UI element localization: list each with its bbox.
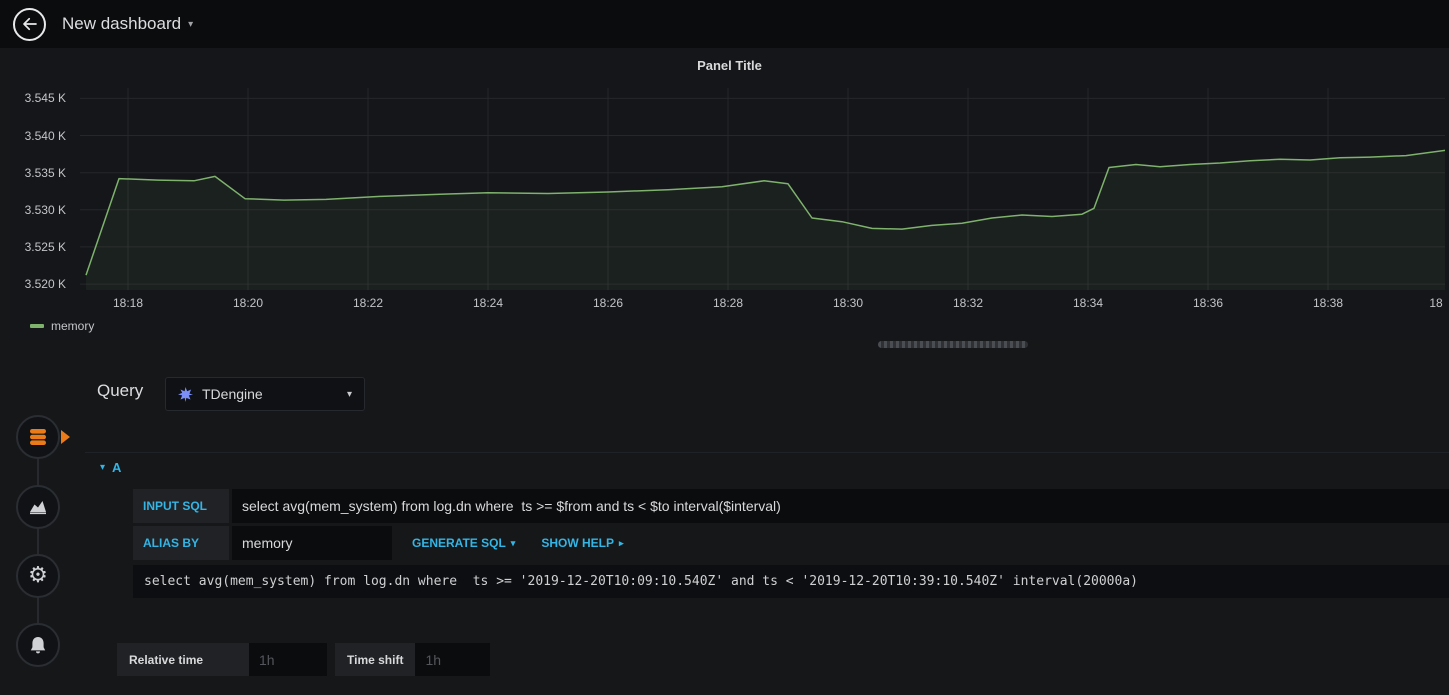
bell-icon bbox=[27, 634, 49, 656]
x-tick-label: 18:22 bbox=[352, 296, 384, 310]
input-sql-field[interactable] bbox=[232, 489, 1449, 523]
generate-sql-button[interactable]: GENERATE SQL ▾ bbox=[406, 526, 521, 560]
x-tick-label: 18:34 bbox=[1072, 296, 1104, 310]
database-icon bbox=[28, 427, 48, 447]
alias-by-label: ALIAS BY bbox=[133, 526, 229, 560]
caret-down-icon: ▾ bbox=[510, 537, 516, 548]
x-tick-label: 18:36 bbox=[1192, 296, 1224, 310]
x-tick-label: 18:32 bbox=[952, 296, 984, 310]
caret-right-icon: ▸ bbox=[619, 537, 624, 548]
time-options-row: Relative time Time shift bbox=[117, 643, 491, 676]
show-help-button[interactable]: SHOW HELP ▸ bbox=[535, 526, 629, 560]
active-tab-pointer-icon bbox=[61, 430, 70, 444]
panel-title[interactable]: Panel Title bbox=[10, 58, 1449, 73]
x-tick-label: 18:30 bbox=[832, 296, 864, 310]
chart-plot[interactable] bbox=[80, 88, 1446, 290]
resize-handle[interactable] bbox=[878, 341, 1028, 348]
x-tick-label: 18:24 bbox=[472, 296, 504, 310]
relative-time-input[interactable] bbox=[249, 643, 327, 676]
generate-sql-label: GENERATE SQL bbox=[412, 536, 506, 550]
area-chart-icon bbox=[27, 496, 49, 518]
y-tick-label: 3.540 K bbox=[24, 128, 66, 143]
x-tick-label: 18 bbox=[1429, 296, 1443, 310]
x-tick-label: 18:20 bbox=[232, 296, 264, 310]
grafana-app: New dashboard ▾ Panel Title 3.520 K 3.525… bbox=[0, 0, 1449, 695]
back-button[interactable] bbox=[13, 7, 46, 41]
arrow-left-icon bbox=[21, 15, 39, 33]
y-axis: 3.520 K 3.525 K 3.530 K 3.535 K 3.540 K 3.545… bbox=[10, 88, 72, 292]
y-tick-label: 3.535 K bbox=[24, 165, 66, 180]
input-sql-row: INPUT SQL bbox=[133, 489, 1449, 523]
query-ref-row[interactable]: ▾ A bbox=[85, 452, 1449, 482]
query-section-title: Query bbox=[97, 381, 144, 400]
dashboard-title[interactable]: New dashboard bbox=[62, 14, 181, 34]
show-help-label: SHOW HELP bbox=[541, 536, 614, 550]
legend-color-swatch bbox=[30, 324, 44, 328]
x-axis: 18:18 18:20 18:22 18:24 18:26 18:28 18:30 18:32… bbox=[80, 296, 1445, 313]
y-tick-label: 3.520 K bbox=[24, 277, 66, 292]
caret-down-icon: ▾ bbox=[100, 462, 106, 473]
y-tick-label: 3.525 K bbox=[24, 239, 66, 254]
relative-time-label: Relative time bbox=[117, 643, 249, 676]
top-bar: New dashboard ▾ bbox=[0, 0, 1449, 48]
generated-sql-preview: select avg(mem_system) from log.dn where… bbox=[133, 565, 1449, 598]
rail-connector-line bbox=[37, 437, 39, 645]
caret-down-icon[interactable]: ▾ bbox=[188, 19, 193, 30]
chart-panel: Panel Title 3.520 K 3.525 K 3.530 K 3.535 K… bbox=[10, 48, 1449, 340]
alias-field[interactable] bbox=[232, 526, 392, 560]
tab-general-settings[interactable]: ⚙ bbox=[16, 554, 60, 598]
x-tick-label: 18:18 bbox=[112, 296, 144, 310]
y-tick-label: 3.545 K bbox=[24, 91, 66, 106]
tab-alert[interactable] bbox=[16, 623, 60, 667]
datasource-picker[interactable]: TDengine ▾ bbox=[165, 377, 365, 411]
tab-visualization[interactable] bbox=[16, 485, 60, 529]
tdengine-logo-icon bbox=[178, 386, 193, 402]
caret-down-icon: ▾ bbox=[346, 388, 352, 400]
y-tick-label: 3.530 K bbox=[24, 202, 66, 217]
legend-label: memory bbox=[51, 319, 95, 333]
datasource-name: TDengine bbox=[202, 386, 263, 402]
x-tick-label: 18:26 bbox=[592, 296, 624, 310]
x-tick-label: 18:28 bbox=[712, 296, 744, 310]
legend-item-memory[interactable]: memory bbox=[30, 319, 94, 333]
time-shift-input[interactable] bbox=[415, 643, 491, 676]
time-shift-label: Time shift bbox=[335, 643, 416, 676]
query-ref-letter: A bbox=[112, 460, 122, 475]
input-sql-label: INPUT SQL bbox=[133, 489, 229, 523]
gear-icon: ⚙ bbox=[28, 563, 48, 588]
alias-row: ALIAS BY GENERATE SQL ▾ SHOW HELP ▸ bbox=[133, 526, 1449, 560]
tab-queries[interactable] bbox=[16, 415, 60, 459]
x-tick-label: 18:38 bbox=[1312, 296, 1344, 310]
